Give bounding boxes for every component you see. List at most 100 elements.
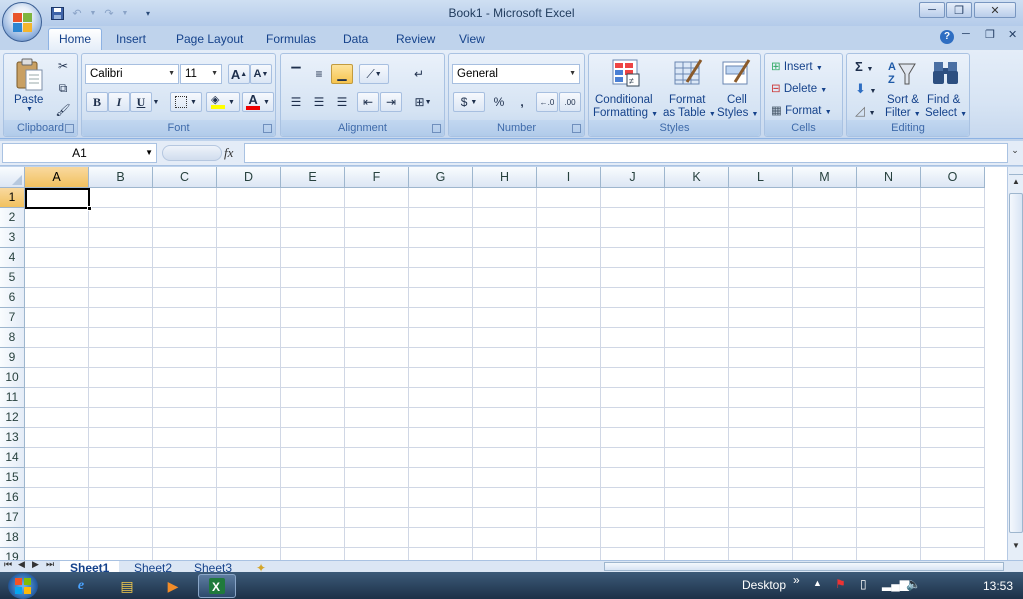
show-hidden-icons-icon[interactable]: ▲ (813, 578, 822, 588)
column-header[interactable]: M (793, 167, 857, 188)
orientation-icon[interactable]: ⟋ ▼ (359, 64, 389, 84)
insert-function-icon[interactable]: fx (224, 145, 233, 161)
scroll-up-icon[interactable]: ▲ (1009, 177, 1023, 191)
align-middle-icon[interactable]: ≡ (308, 64, 330, 84)
cell-styles-icon[interactable] (721, 58, 751, 91)
conditional-formatting-icon[interactable]: ≠ (611, 58, 641, 91)
italic-button[interactable]: I (108, 92, 130, 112)
column-header[interactable]: L (729, 167, 793, 188)
underline-dropdown-icon[interactable]: ▼ (151, 92, 161, 112)
conditional-formatting-label-2[interactable]: Formatting ▼ (593, 107, 658, 119)
redo-icon[interactable]: ↷ (100, 4, 118, 22)
percent-style-button[interactable]: % (488, 92, 510, 112)
workbook-restore-icon[interactable]: ❐ (985, 28, 995, 41)
formula-bar-handle[interactable] (162, 145, 222, 161)
column-header[interactable]: D (217, 167, 281, 188)
row-header[interactable]: 9 (0, 348, 25, 368)
row-header[interactable]: 1 (0, 188, 25, 208)
row-header[interactable]: 18 (0, 528, 25, 548)
first-sheet-icon[interactable]: ⏮ (4, 561, 12, 570)
tab-formulas[interactable]: Formulas (256, 29, 326, 50)
insert-cells-button[interactable]: ⊞ Insert ▼ (771, 59, 823, 73)
grow-font-button[interactable]: A ▲ (228, 64, 250, 84)
borders-button[interactable]: ▼ (170, 92, 202, 112)
tab-view[interactable]: View (449, 29, 495, 50)
column-header[interactable]: N (857, 167, 921, 188)
fill-color-button[interactable]: ◈ ▼ (206, 92, 240, 112)
font-size-select[interactable]: 11 ▼ (180, 64, 222, 84)
formula-input[interactable] (244, 143, 1008, 163)
cut-icon[interactable]: ✂ (52, 56, 74, 76)
column-header[interactable]: G (409, 167, 473, 188)
format-cells-button[interactable]: ▦ Format ▼ (771, 103, 832, 117)
internet-explorer-icon[interactable]: e (64, 574, 98, 598)
sheet-tab-2[interactable]: Sheet2 (124, 561, 182, 572)
vertical-scrollbar[interactable]: ▲ ▼ (1007, 167, 1023, 560)
tab-insert[interactable]: Insert (106, 29, 156, 50)
action-center-icon[interactable]: ⚑ (835, 577, 846, 591)
tab-data[interactable]: Data (333, 29, 378, 50)
row-header[interactable]: 8 (0, 328, 25, 348)
underline-button[interactable]: U (130, 92, 152, 112)
fill-icon[interactable]: ⬇ ▼ (855, 81, 876, 97)
next-sheet-icon[interactable]: ▶ (32, 561, 39, 570)
font-color-button[interactable]: A ▼ (242, 92, 274, 112)
merge-center-icon[interactable]: ⊞ ▼ (408, 92, 438, 112)
paste-icon[interactable] (14, 58, 44, 96)
format-as-table-label-2[interactable]: as Table ▼ (663, 107, 716, 119)
column-header[interactable]: E (281, 167, 345, 188)
row-header[interactable]: 11 (0, 388, 25, 408)
number-format-select[interactable]: General ▼ (452, 64, 580, 84)
row-header[interactable]: 17 (0, 508, 25, 528)
align-top-icon[interactable]: ▔ (285, 64, 307, 84)
clipboard-launcher-icon[interactable] (65, 124, 74, 133)
file-explorer-icon[interactable]: ▤ (110, 574, 144, 598)
row-header[interactable]: 7 (0, 308, 25, 328)
office-button[interactable] (2, 2, 42, 42)
alignment-launcher-icon[interactable] (432, 124, 441, 133)
binoculars-icon[interactable] (931, 58, 961, 91)
align-bottom-icon[interactable]: ▁ (331, 64, 353, 84)
sort-filter-label-1[interactable]: Sort & (887, 94, 919, 106)
autosum-button[interactable]: Σ ▼ (855, 59, 873, 74)
battery-icon[interactable]: ▯ (860, 577, 867, 591)
row-header[interactable]: 4 (0, 248, 25, 268)
row-header[interactable]: 2 (0, 208, 25, 228)
undo-icon[interactable]: ↶ (68, 4, 86, 22)
row-header[interactable]: 16 (0, 488, 25, 508)
paste-label[interactable]: Paste (14, 94, 43, 106)
font-launcher-icon[interactable] (263, 124, 272, 133)
format-painter-icon[interactable]: 🖌 (52, 100, 74, 120)
workbook-minimize-icon[interactable]: ─ (962, 28, 970, 40)
row-header[interactable]: 10 (0, 368, 25, 388)
paste-dropdown-icon[interactable]: ▼ (26, 106, 33, 113)
customize-qat-icon[interactable]: ▾ (140, 4, 156, 22)
row-header[interactable]: 15 (0, 468, 25, 488)
align-left-icon[interactable]: ☰ (285, 92, 307, 112)
column-header[interactable]: H (473, 167, 537, 188)
row-header[interactable]: 5 (0, 268, 25, 288)
accounting-format-icon[interactable]: $ ▼ (453, 92, 485, 112)
decrease-decimal-icon[interactable]: .00 (559, 92, 581, 112)
find-select-label-1[interactable]: Find & (927, 94, 960, 106)
format-as-table-icon[interactable] (673, 58, 703, 91)
minimize-button[interactable]: ─ (919, 2, 945, 18)
start-button[interactable] (8, 573, 38, 599)
network-icon[interactable]: ▂▄▆ (882, 577, 909, 591)
scroll-thumb[interactable] (1009, 193, 1023, 533)
expand-formula-bar-icon[interactable]: ⌄ (1009, 145, 1021, 161)
sort-filter-icon[interactable]: AZ (887, 58, 917, 91)
row-header[interactable]: 19 (0, 548, 25, 560)
help-icon[interactable]: ? (940, 30, 954, 44)
format-as-table-label-1[interactable]: Format (669, 94, 705, 106)
select-all-corner[interactable] (0, 167, 25, 188)
column-header[interactable]: I (537, 167, 601, 188)
maximize-button[interactable]: ❐ (946, 2, 972, 18)
column-header[interactable]: O (921, 167, 985, 188)
tab-home[interactable]: Home (48, 28, 103, 51)
tab-page-layout[interactable]: Page Layout (166, 29, 253, 50)
column-header[interactable]: K (665, 167, 729, 188)
delete-cells-button[interactable]: ⊟ Delete ▼ (771, 81, 827, 95)
decrease-indent-icon[interactable]: ⇤ (357, 92, 379, 112)
undo-dropdown-icon[interactable]: ▼ (88, 4, 98, 22)
